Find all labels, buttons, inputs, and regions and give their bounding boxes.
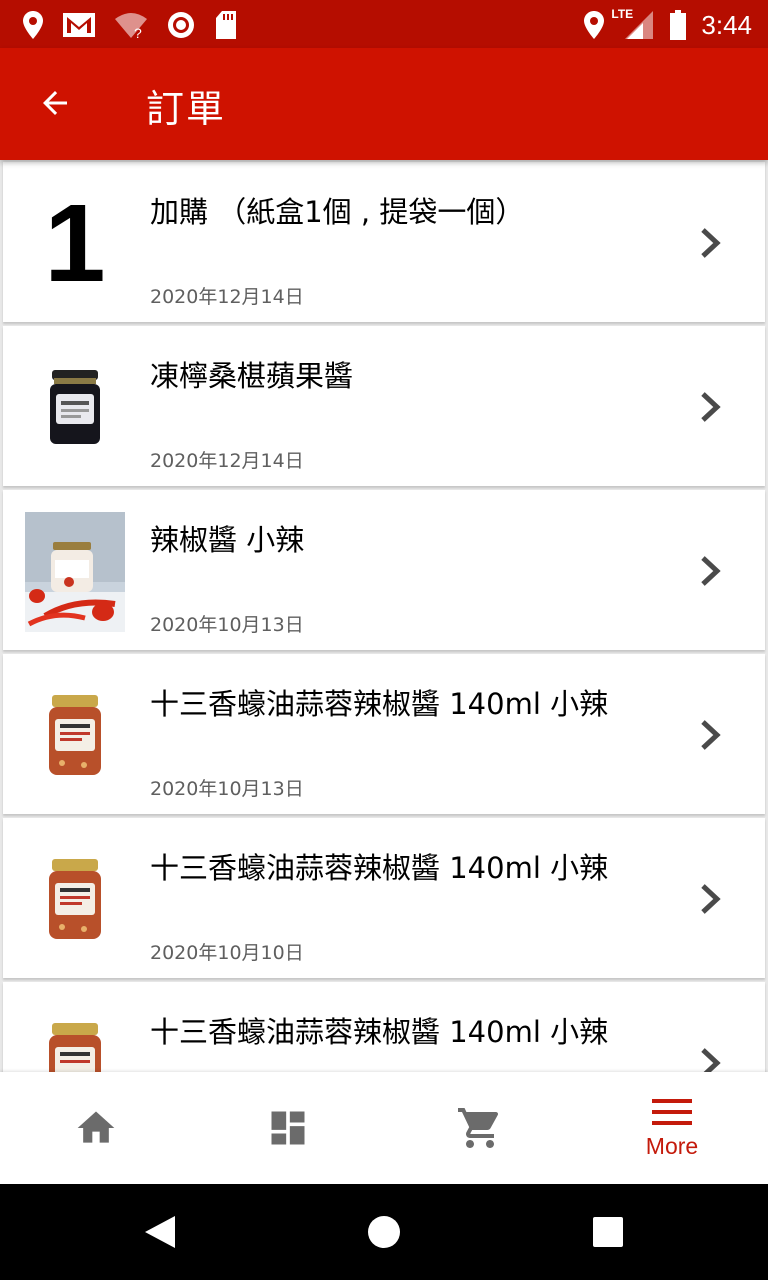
chevron-right-icon: [701, 228, 721, 258]
order-item[interactable]: 1 加購 （紙盒1個 , 提袋一個） 2020年12月14日: [3, 162, 765, 322]
sd-card-icon: [216, 11, 236, 39]
dashboard-icon: [271, 1111, 305, 1145]
jam-jar-image: [25, 348, 125, 468]
circle-home-icon: [368, 1216, 400, 1248]
home-icon: [77, 1111, 115, 1143]
nav-more-label: More: [645, 1132, 699, 1159]
order-date: 2020年12月14日: [150, 450, 304, 472]
svg-text:?: ?: [134, 25, 142, 39]
nav-dashboard[interactable]: [192, 1072, 384, 1184]
order-date: 2020年10月10日: [150, 942, 304, 964]
battery-icon: [670, 10, 687, 40]
arrow-back-icon: [43, 91, 67, 115]
menu-icon: [652, 1098, 692, 1125]
order-title: 加購 （紙盒1個 , 提袋一個）: [150, 195, 525, 229]
triangle-back-icon: [145, 1216, 175, 1248]
chili-sauce-photo: [25, 512, 125, 632]
system-recents-button[interactable]: [580, 1204, 636, 1260]
clock: 3:44: [701, 9, 752, 40]
order-thumbnail: 1: [25, 184, 125, 304]
order-item[interactable]: 十三香蠔油蒜蓉辣椒醬 140ml 小辣 2020年10月13日: [3, 654, 765, 814]
order-date: 2020年12月14日: [150, 286, 304, 308]
square-recents-icon: [593, 1217, 623, 1247]
wifi-question-icon: ?: [115, 13, 147, 39]
page-title: 訂單: [146, 87, 227, 131]
location-pin-icon: [584, 11, 605, 39]
notification-icons: ?: [22, 8, 238, 42]
order-title: 辣椒醬 小辣: [150, 523, 305, 557]
sauce-jar-image: [25, 840, 125, 960]
order-title: 十三香蠔油蒜蓉辣椒醬 140ml 小辣: [150, 1015, 609, 1049]
location-pin-icon: [23, 11, 43, 39]
chevron-right-icon: [701, 556, 721, 586]
cart-icon: [458, 1108, 499, 1148]
thumbnail-number: 1: [44, 182, 106, 305]
lte-signal-icon: LTE: [611, 7, 655, 41]
network-type-label: LTE: [611, 7, 634, 21]
order-title: 凍檸桑椹蘋果醬: [150, 359, 354, 393]
nav-more[interactable]: More: [576, 1072, 768, 1184]
system-navigation-bar: [0, 1184, 768, 1280]
order-title: 十三香蠔油蒜蓉辣椒醬 140ml 小辣: [150, 851, 609, 885]
system-status-icons: LTE 3:44: [583, 7, 752, 42]
chevron-right-icon: [701, 720, 721, 750]
order-item[interactable]: 辣椒醬 小辣 2020年10月13日: [3, 490, 765, 650]
gmail-icon: [63, 13, 95, 37]
order-item[interactable]: 十三香蠔油蒜蓉辣椒醬 140ml 小辣 2020年10月10日: [3, 818, 765, 978]
chevron-right-icon: [701, 392, 721, 422]
bottom-navigation: More: [0, 1072, 768, 1184]
sauce-jar-image: [25, 1004, 125, 1072]
back-button[interactable]: [20, 70, 90, 136]
sauce-jar-image: [25, 676, 125, 796]
nav-cart[interactable]: [384, 1072, 576, 1184]
chevron-right-icon: [701, 884, 721, 914]
order-title: 十三香蠔油蒜蓉辣椒醬 140ml 小辣: [150, 687, 609, 721]
order-item[interactable]: 十三香蠔油蒜蓉辣椒醬 140ml 小辣: [3, 982, 765, 1072]
chevron-right-icon: [701, 1048, 721, 1072]
record-icon: [168, 12, 194, 38]
order-date: 2020年10月13日: [150, 614, 304, 636]
app-bar: 訂單: [0, 48, 768, 160]
system-home-button[interactable]: [356, 1204, 412, 1260]
order-item[interactable]: 凍檸桑椹蘋果醬 2020年12月14日: [3, 326, 765, 486]
order-date: 2020年10月13日: [150, 778, 304, 800]
system-back-button[interactable]: [132, 1204, 188, 1260]
status-bar: ? LTE 3:44: [0, 0, 768, 48]
order-list[interactable]: 1 加購 （紙盒1個 , 提袋一個） 2020年12月14日 凍檸桑椹蘋果醬 2…: [0, 160, 768, 1072]
nav-home[interactable]: [0, 1072, 192, 1184]
